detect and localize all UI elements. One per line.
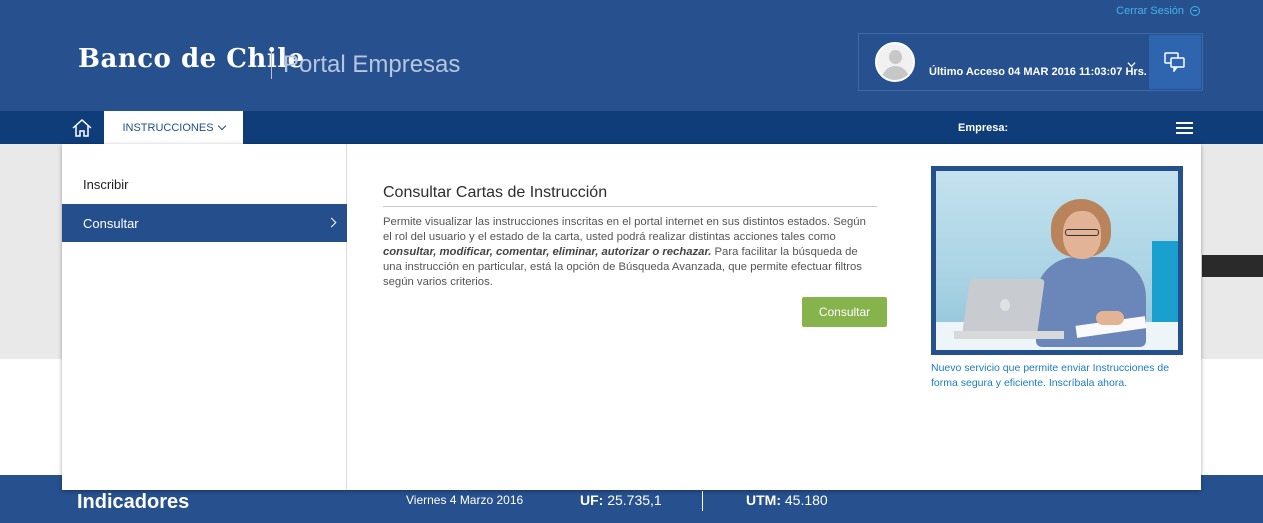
content-title: Consultar Cartas de Instrucción — [383, 184, 877, 207]
tab-instrucciones[interactable]: INSTRUCCIONES — [104, 111, 243, 144]
indicator-uf: UF: 25.735,1 — [580, 492, 662, 508]
chevron-down-icon — [217, 121, 226, 131]
brand-divider — [271, 52, 272, 79]
submenu-item-inscribir[interactable]: Inscribir — [62, 165, 347, 203]
indicators-date: Viernes 4 Marzo 2016 — [406, 493, 524, 507]
header: Cerrar Sesión Banco de Chile Portal Empr… — [0, 0, 1263, 111]
user-box: Último Acceso 04 MAR 2016 11:03:07 Hrs. — [858, 33, 1203, 91]
utm-label: UTM: — [746, 492, 781, 508]
chat-icon — [1164, 52, 1185, 72]
background-banner-strip — [1202, 255, 1263, 277]
tab-instrucciones-label: INSTRUCCIONES — [122, 121, 214, 134]
chevron-right-icon — [326, 217, 337, 228]
description-text: Permite visualizar las instrucciones ins… — [383, 216, 866, 243]
home-icon[interactable] — [71, 117, 93, 139]
consultar-button[interactable]: Consultar — [802, 297, 887, 327]
uf-value: 25.735,1 — [607, 492, 662, 508]
submenu: Inscribir Consultar — [62, 144, 347, 490]
last-access-text: Último Acceso 04 MAR 2016 11:03:07 Hrs. — [929, 66, 1147, 78]
submenu-item-label: Inscribir — [83, 176, 129, 192]
promo-image[interactable] — [931, 166, 1183, 355]
content-section: Consultar Cartas de Instrucción Permite … — [383, 184, 887, 327]
promo-caption-link[interactable]: Nuevo servicio que permite enviar Instru… — [931, 361, 1193, 391]
content-description: Permite visualizar las instrucciones ins… — [383, 215, 877, 290]
uf-label: UF: — [580, 492, 604, 508]
logout-label: Cerrar Sesión — [1116, 5, 1184, 17]
submenu-item-label: Consultar — [83, 215, 139, 231]
description-actions: consultar, modificar, comentar, eliminar… — [383, 246, 712, 258]
logout-link[interactable]: Cerrar Sesión — [1116, 5, 1200, 17]
utm-value: 45.180 — [784, 492, 828, 508]
submenu-item-consultar[interactable]: Consultar — [62, 204, 347, 242]
empresa-label: Empresa: — [958, 122, 1009, 134]
indicator-divider — [702, 491, 703, 511]
instrucciones-dropdown-panel: Inscribir Consultar Consultar Cartas de … — [62, 144, 1201, 490]
chat-button[interactable] — [1149, 35, 1201, 89]
avatar-icon[interactable] — [875, 42, 915, 82]
indicator-utm: UTM: 45.180 — [746, 492, 828, 508]
chevron-down-icon[interactable] — [1127, 60, 1136, 69]
nav-bar: INSTRUCCIONES Empresa: — [0, 111, 1263, 144]
indicators-title: Indicadores — [77, 491, 190, 513]
hamburger-icon[interactable] — [1176, 122, 1193, 134]
portal-title: Portal Empresas — [283, 51, 461, 78]
logout-icon — [1190, 6, 1200, 16]
